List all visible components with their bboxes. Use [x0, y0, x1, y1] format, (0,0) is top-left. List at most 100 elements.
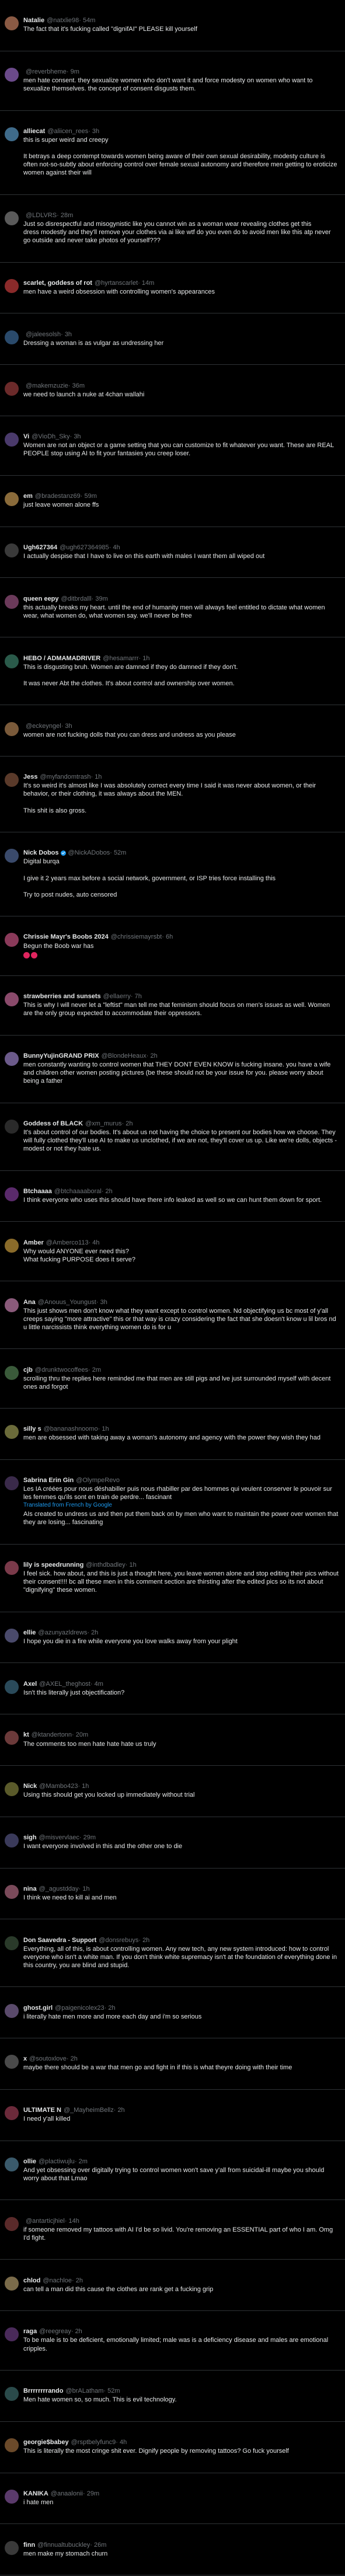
display-name[interactable]: Goddess of BLACK	[23, 1120, 83, 1128]
user-handle[interactable]: @VioDh_Sky	[32, 433, 69, 441]
timestamp[interactable]: · 1h	[90, 773, 102, 781]
reply-item-14[interactable]: Nick Dobos @NickADobos · 52m Digital bur…	[0, 832, 345, 917]
avatar[interactable]	[5, 2387, 19, 2401]
timestamp[interactable]: · 52m	[110, 849, 126, 857]
timestamp[interactable]: · 3h	[96, 1298, 107, 1306]
reply-item-26[interactable]: ellie @azunyazldrews · 2h I hope you die…	[0, 1612, 345, 1664]
avatar[interactable]	[5, 1560, 19, 1575]
timestamp[interactable]: · 29m	[79, 1833, 96, 1842]
timestamp[interactable]: · 2h	[72, 2277, 83, 2285]
reply-item-24[interactable]: Sabrina Erin Gin @OlympeRevo Les IA créé…	[0, 1460, 345, 1545]
user-handle[interactable]: @misvervlaec	[39, 1833, 79, 1842]
avatar[interactable]	[5, 1365, 19, 1380]
timestamp[interactable]: · 3h	[61, 722, 72, 730]
display-name[interactable]: chlod	[23, 2277, 40, 2285]
timestamp[interactable]: · 39m	[92, 595, 108, 603]
reply-item-23[interactable]: silly s @bananashnoomo · 1h men are obse…	[0, 1409, 345, 1460]
reply-item-37[interactable]: @antarticjhiel · 14h if someone removed …	[0, 2200, 345, 2260]
reply-item-43[interactable]: finn @finnualtubuckley · 26m men make my…	[0, 2524, 345, 2576]
timestamp[interactable]: · 2h	[138, 1936, 149, 1944]
user-handle[interactable]: @plactiwujlu	[39, 2157, 75, 2166]
timestamp[interactable]: · 9m	[67, 68, 79, 76]
reply-item-15[interactable]: Chrissie Mayr's Boobs 2024 @chrissiemayr…	[0, 916, 345, 976]
reply-item-42[interactable]: KANIKA @anaalonii · 29m i hate men	[0, 2473, 345, 2525]
display-name[interactable]: silly s	[23, 1425, 41, 1433]
timestamp[interactable]: · 4h	[116, 2438, 127, 2446]
display-name[interactable]: scarlet, goddess of rot	[23, 279, 92, 287]
reply-item-9[interactable]: Ugh627364 @ugh627364985 · 4h I actually …	[0, 527, 345, 578]
timestamp[interactable]: · 2m	[88, 1366, 101, 1374]
timestamp[interactable]: · 4h	[89, 1239, 100, 1247]
reply-item-38[interactable]: chlod @nachloe · 2h can tell a man did t…	[0, 2260, 345, 2312]
user-handle[interactable]: @inthdbadley	[86, 1561, 125, 1569]
avatar[interactable]	[5, 992, 19, 1007]
reply-item-1[interactable]: @reverbheme · 9m men hate consent. they …	[0, 51, 345, 111]
reply-item-34[interactable]: x @soutoxlove · 2h maybe there should be…	[0, 2038, 345, 2090]
reply-item-32[interactable]: Don Saavedra - Support @donsrebuys · 2h …	[0, 1919, 345, 1988]
display-name[interactable]: Ana	[23, 1298, 36, 1306]
avatar[interactable]	[5, 594, 19, 609]
display-name[interactable]: Brrrrrrrrando	[23, 2387, 63, 2395]
user-handle[interactable]: @aliicen_rees	[47, 127, 88, 135]
display-name[interactable]: Natalie	[23, 16, 44, 25]
user-handle[interactable]: @makemzuzie	[26, 382, 68, 390]
timestamp[interactable]: · 54m	[79, 16, 95, 25]
timestamp[interactable]: · 1h	[126, 1561, 137, 1569]
timestamp[interactable]: · 4m	[90, 1680, 103, 1688]
avatar[interactable]	[5, 278, 19, 293]
reply-item-39[interactable]: raga @reegreay · 2h To be male is to be …	[0, 2311, 345, 2371]
reply-item-33[interactable]: ghost.girl @paigenicolex23 · 2h i litera…	[0, 1987, 345, 2039]
avatar[interactable]	[5, 1679, 19, 1694]
reply-item-27[interactable]: Axel @AXEL_theghost · 4m Isn't this lite…	[0, 1663, 345, 1715]
user-handle[interactable]: @AXEL_theghost	[39, 1680, 90, 1688]
reply-item-31[interactable]: nina @_agustdday · 1h I think we need to…	[0, 1869, 345, 1920]
display-name[interactable]: ellie	[23, 1629, 36, 1637]
avatar[interactable]	[5, 721, 19, 736]
user-handle[interactable]: @hyrtanscarlet	[95, 279, 138, 287]
user-handle[interactable]: @drunktwocoffees	[35, 1366, 88, 1374]
display-name[interactable]: Don Saavedra - Support	[23, 1936, 96, 1944]
user-handle[interactable]: @anaalonii	[51, 2490, 83, 2498]
timestamp[interactable]: · 2h	[67, 2055, 78, 2063]
display-name[interactable]: ollie	[23, 2157, 36, 2166]
user-handle[interactable]: @paigenicolex23	[55, 2004, 104, 2012]
timestamp[interactable]: · 14h	[65, 2217, 79, 2225]
reply-item-4[interactable]: scarlet, goddess of rot @hyrtanscarlet ·…	[0, 263, 345, 314]
timestamp[interactable]: · 59m	[81, 492, 97, 500]
user-handle[interactable]: @finnualtubuckley	[37, 2541, 90, 2549]
avatar[interactable]	[5, 1120, 19, 1134]
timestamp[interactable]: · 29m	[83, 2490, 99, 2498]
avatar[interactable]	[5, 2540, 19, 2555]
timestamp[interactable]: · 2h	[102, 1187, 113, 1195]
display-name[interactable]: ULTIMATE N	[23, 2106, 61, 2114]
reply-item-41[interactable]: georgie$babey @rsptbelyfunc9 · 4h This i…	[0, 2422, 345, 2473]
display-name[interactable]: Amber	[23, 1239, 44, 1247]
reply-item-17[interactable]: BunnyYujinGRAND PRIX @BlondeHeaux · 2h m…	[0, 1036, 345, 1103]
user-handle[interactable]: @soutoxlove	[29, 2055, 67, 2063]
reply-item-28[interactable]: kt @ktandertonn · 20m The comments too m…	[0, 1714, 345, 1766]
reply-item-22[interactable]: cjb @drunktwocoffees · 2m scrolling thru…	[0, 1349, 345, 1409]
timestamp[interactable]: · 36m	[68, 382, 85, 390]
display-name[interactable]: finn	[23, 2541, 35, 2549]
display-name[interactable]: georgie$babey	[23, 2438, 69, 2446]
reply-item-5[interactable]: @jaleesolsh · 3h Dressing a woman is as …	[0, 313, 345, 365]
user-handle[interactable]: @brALatham	[65, 2387, 103, 2395]
reply-item-18[interactable]: Goddess of BLACK @xm_murus · 2h It's abo…	[0, 1103, 345, 1171]
avatar[interactable]	[5, 2438, 19, 2453]
display-name[interactable]: Axel	[23, 1680, 37, 1688]
user-handle[interactable]: @ugh627364985	[60, 543, 109, 552]
reply-item-13[interactable]: Jess @myfandomtrash · 1h It's so weird i…	[0, 757, 345, 833]
avatar[interactable]	[5, 2276, 19, 2291]
user-handle[interactable]: @bradestanz69	[35, 492, 81, 500]
user-handle[interactable]: @reegreay	[39, 2327, 71, 2336]
user-handle[interactable]: @_agustdday	[39, 1885, 79, 1893]
reply-item-7[interactable]: Vi @VioDh_Sky · 3h Women are not an obje…	[0, 416, 345, 476]
avatar[interactable]	[5, 849, 19, 863]
timestamp[interactable]: · 2h	[71, 2327, 82, 2336]
display-name[interactable]: Chrissie Mayr's Boobs 2024	[23, 933, 109, 941]
avatar[interactable]	[5, 16, 19, 31]
avatar[interactable]	[5, 2055, 19, 2069]
user-handle[interactable]: @nachloe	[43, 2277, 72, 2285]
user-handle[interactable]: @OlympeRevo	[76, 1476, 120, 1484]
user-handle[interactable]: @ditbrdalll	[61, 595, 92, 603]
